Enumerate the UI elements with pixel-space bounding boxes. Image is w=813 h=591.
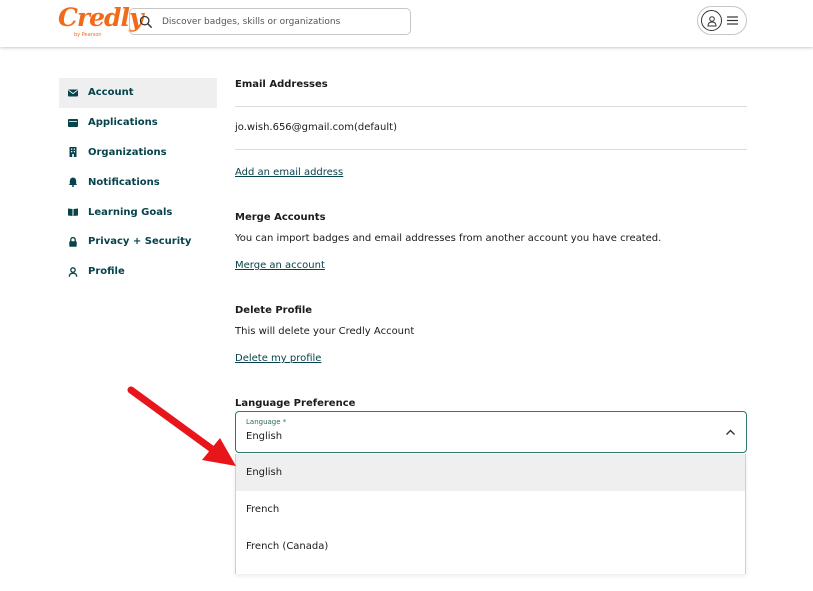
sidebar-item-learning-goals[interactable]: Learning Goals xyxy=(59,197,217,227)
merge-account-link[interactable]: Merge an account xyxy=(235,260,325,271)
envelope-icon xyxy=(68,89,78,97)
merge-heading: Merge Accounts xyxy=(235,212,326,223)
delete-profile-link[interactable]: Delete my profile xyxy=(235,353,321,364)
user-menu-button[interactable] xyxy=(697,6,747,35)
add-email-link[interactable]: Add an email address xyxy=(235,167,343,178)
language-heading: Language Preference xyxy=(235,398,356,409)
book-icon xyxy=(68,208,78,217)
email-address: jo.wish.656@gmail.com(default) xyxy=(235,122,397,133)
language-field-label: Language * xyxy=(246,418,287,426)
merge-description: You can import badges and email addresse… xyxy=(235,233,662,244)
sidebar-item-applications[interactable]: Applications xyxy=(59,108,217,138)
annotation-arrow-icon xyxy=(127,386,236,466)
sidebar-item-account[interactable]: Account xyxy=(59,78,217,108)
language-option-french[interactable]: French xyxy=(236,491,745,528)
sidebar-item-notifications[interactable]: Notifications xyxy=(59,167,217,197)
logo-subtitle: by Pearson xyxy=(74,32,102,38)
top-header: Credly by Pearson xyxy=(0,0,813,47)
hamburger-icon xyxy=(727,16,738,25)
lock-icon xyxy=(69,236,77,247)
language-option-french-canada[interactable]: French (Canada) xyxy=(236,528,745,565)
language-option-english[interactable]: English xyxy=(236,454,745,491)
language-select[interactable]: Language * English xyxy=(235,411,747,453)
sidebar-item-label: Account xyxy=(88,87,134,99)
search-bar[interactable] xyxy=(129,8,411,35)
divider xyxy=(235,149,747,150)
language-options-list: English French French (Canada) xyxy=(235,454,746,574)
settings-sidebar: Account Applications Organizations Notif… xyxy=(59,78,217,287)
window-icon xyxy=(68,118,78,127)
user-icon xyxy=(706,15,717,26)
sidebar-item-label: Profile xyxy=(88,266,125,278)
delete-description: This will delete your Credly Account xyxy=(235,326,415,337)
search-icon xyxy=(139,15,152,28)
person-icon xyxy=(68,266,78,277)
bell-icon xyxy=(68,177,78,188)
email-heading: Email Addresses xyxy=(235,79,328,90)
language-selected-value: English xyxy=(246,431,283,442)
avatar xyxy=(701,10,722,31)
sidebar-item-organizations[interactable]: Organizations xyxy=(59,138,217,168)
sidebar-item-label: Organizations xyxy=(88,146,167,158)
search-input[interactable] xyxy=(162,16,392,27)
divider xyxy=(235,106,747,107)
sidebar-item-privacy-security[interactable]: Privacy + Security xyxy=(59,227,217,257)
chevron-up-icon xyxy=(726,429,735,435)
sidebar-item-label: Applications xyxy=(88,117,158,129)
delete-heading: Delete Profile xyxy=(235,305,313,316)
sidebar-item-label: Learning Goals xyxy=(88,206,173,218)
sidebar-item-label: Notifications xyxy=(88,176,160,188)
building-icon xyxy=(69,147,77,158)
sidebar-item-label: Privacy + Security xyxy=(88,236,192,248)
sidebar-item-profile[interactable]: Profile xyxy=(59,257,217,287)
credly-logo[interactable]: Credly by Pearson xyxy=(58,3,143,41)
